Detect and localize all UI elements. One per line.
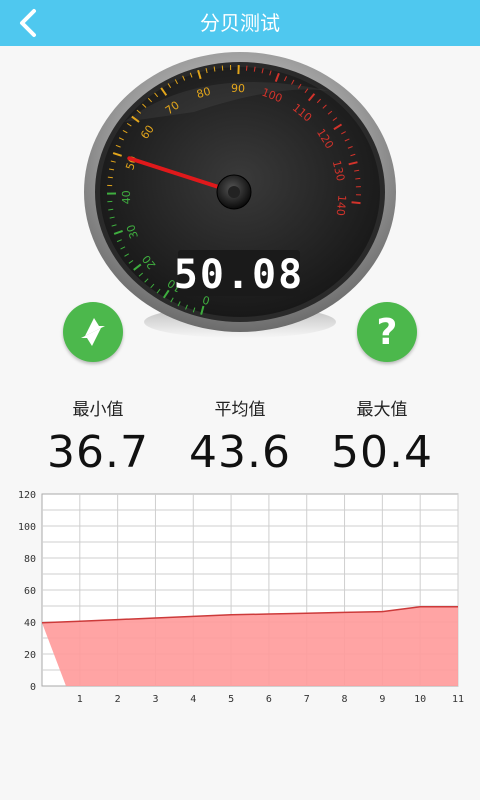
chart-x-tick-label: 5 (228, 694, 234, 705)
gauge-major-tick (351, 201, 361, 205)
gauge-scale-label: 140 (334, 194, 349, 216)
chart-x-tick-label: 1 (77, 694, 83, 705)
question-icon: ? (377, 312, 398, 353)
gauge-minor-tick (245, 65, 248, 71)
reset-button[interactable] (63, 302, 123, 362)
chart-y-tick-label: 40 (24, 618, 36, 629)
page-title: 分贝测试 (200, 11, 280, 35)
sound-level-gauge: 0 10 20 30 40 50 60 70 80 90 100 110 120 130 140 50.08 (84, 52, 396, 348)
decibel-reading: 50.08 (174, 252, 304, 298)
max-stat: 最大值 50.4 (312, 395, 452, 481)
svg-text:?: ? (377, 312, 398, 353)
chart-y-tick-label: 100 (18, 522, 36, 533)
chart-x-tick-label: 7 (304, 694, 310, 705)
min-value: 36.7 (47, 427, 149, 478)
chart-x-tick-label: 4 (190, 694, 196, 705)
gauge-minor-tick (355, 177, 361, 180)
max-value: 50.4 (331, 427, 433, 478)
chart-x-tick-label: 10 (414, 694, 426, 705)
gauge-scale-label: 40 (120, 190, 133, 204)
avg-stat: 平均值 43.6 (170, 395, 310, 481)
min-label: 最小值 (72, 400, 124, 420)
back-button[interactable] (12, 5, 48, 41)
gauge-scale-label: 90 (231, 82, 245, 96)
gauge-minor-tick (108, 208, 114, 211)
back-arrow-icon (20, 9, 36, 37)
statistics-panel: 最小值 36.7 平均值 43.6 最大值 50.4 (0, 395, 480, 485)
max-label: 最大值 (356, 400, 408, 420)
chart-y-tick-label: 120 (18, 490, 36, 501)
chart-y-tick-label: 20 (24, 650, 36, 661)
avg-label: 平均值 (214, 400, 266, 420)
avg-value: 43.6 (189, 427, 291, 478)
chart-y-tick-label: 60 (24, 586, 36, 597)
chart-x-tick-label: 3 (152, 694, 158, 705)
refresh-arrows-icon (81, 318, 105, 346)
chart-x-tick-label: 11 (452, 694, 464, 705)
chart-x-tick-label: 2 (115, 694, 121, 705)
chart-x-tick-label: 8 (342, 694, 348, 705)
app-header: 分贝测试 (0, 0, 480, 46)
chart-x-tick-label: 9 (379, 694, 385, 705)
chart-y-tick-label: 0 (30, 682, 36, 693)
help-button[interactable]: ? (357, 302, 417, 362)
decibel-history-chart: 0 20 40 60 80 100 120 1 2 3 4 5 6 7 8 9 10 11 (0, 486, 480, 716)
gauge-minor-tick (107, 176, 113, 179)
chart-x-tick-label: 6 (266, 694, 272, 705)
chart-y-tick-label: 80 (24, 554, 36, 565)
min-stat: 最小值 36.7 (28, 395, 168, 481)
